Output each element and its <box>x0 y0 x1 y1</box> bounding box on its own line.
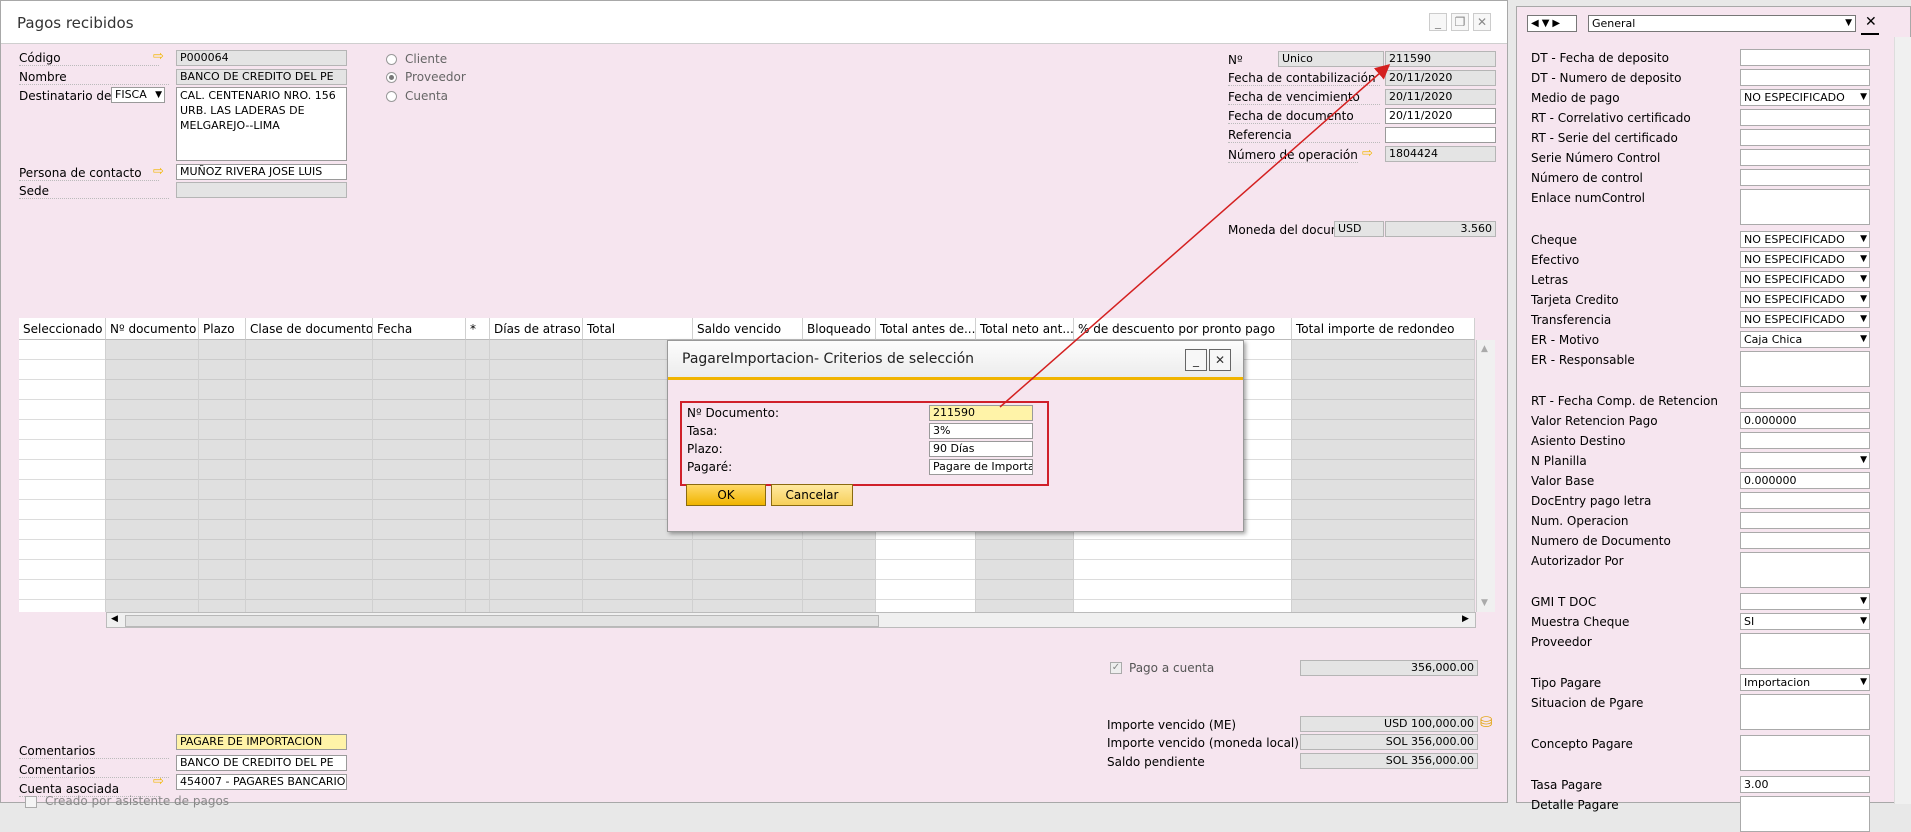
udf-field[interactable] <box>1740 694 1870 730</box>
udf-field[interactable]: NO ESPECIFICADO <box>1740 311 1870 328</box>
udf-field[interactable]: 3.00 <box>1740 776 1870 793</box>
udf-field[interactable]: Caja Chica <box>1740 331 1870 348</box>
udf-label: Num. Operacion <box>1531 514 1629 528</box>
udf-label: Serie Número Control <box>1531 151 1661 165</box>
udf-field[interactable] <box>1740 796 1870 832</box>
user-defined-fields-panel: ◀▼▶ General ▼ ✕ DT - Fecha de deposito DT … <box>1516 6 1911 832</box>
udf-field[interactable]: NO ESPECIFICADO <box>1740 271 1870 288</box>
udf-field[interactable] <box>1740 552 1870 588</box>
udf-field[interactable]: NO ESPECIFICADO <box>1740 89 1870 106</box>
udf-label: Transferencia <box>1531 313 1612 327</box>
udf-field[interactable] <box>1740 69 1870 86</box>
category-select[interactable]: General ▼ <box>1588 15 1856 32</box>
udf-label: Letras <box>1531 273 1569 287</box>
udf-field[interactable]: NO ESPECIFICADO <box>1740 231 1870 248</box>
udf-label: Proveedor <box>1531 635 1592 649</box>
udf-label: RT - Correlativo certificado <box>1531 111 1691 125</box>
udf-label: DT - Numero de deposito <box>1531 71 1682 85</box>
udf-label: Cheque <box>1531 233 1577 247</box>
udf-field[interactable] <box>1740 169 1870 186</box>
udf-label: Numero de Documento <box>1531 534 1671 548</box>
udf-field[interactable]: NO ESPECIFICADO <box>1740 251 1870 268</box>
udf-field[interactable] <box>1740 129 1870 146</box>
udf-label: Tasa Pagare <box>1531 778 1603 792</box>
udf-field[interactable] <box>1740 593 1870 610</box>
udf-label: Autorizador Por <box>1531 554 1624 568</box>
udf-label: ER - Responsable <box>1531 353 1635 367</box>
udf-label: Concepto Pagare <box>1531 737 1633 751</box>
udf-label: Número de control <box>1531 171 1643 185</box>
udf-label: DocEntry pago letra <box>1531 494 1652 508</box>
udf-label: N Planilla <box>1531 454 1587 468</box>
udf-field[interactable] <box>1740 735 1870 771</box>
udf-label: ER - Motivo <box>1531 333 1600 347</box>
udf-label: Efectivo <box>1531 253 1580 267</box>
udf-field[interactable] <box>1740 351 1870 387</box>
udf-label: Valor Base <box>1531 474 1595 488</box>
udf-label: Asiento Destino <box>1531 434 1626 448</box>
udf-field[interactable] <box>1740 492 1870 509</box>
udf-label: Enlace numControl <box>1531 191 1645 205</box>
udf-label: GMI T DOC <box>1531 595 1597 609</box>
udf-field[interactable] <box>1740 109 1870 126</box>
chevron-down-icon: ▼ <box>1845 18 1852 28</box>
panel-separator <box>1861 33 1879 35</box>
udf-field[interactable] <box>1740 392 1870 409</box>
udf-field[interactable] <box>1740 49 1870 66</box>
close-icon[interactable]: ✕ <box>1865 14 1877 30</box>
udf-field[interactable]: NO ESPECIFICADO <box>1740 291 1870 308</box>
udf-field[interactable]: 0.000000 <box>1740 412 1870 429</box>
udf-label: Tarjeta Credito <box>1531 293 1619 307</box>
udf-label: Detalle Pagare <box>1531 798 1619 812</box>
udf-label: Tipo Pagare <box>1531 676 1602 690</box>
udf-field[interactable] <box>1740 512 1870 529</box>
panel-scrollbar[interactable] <box>1894 37 1911 804</box>
udf-field[interactable] <box>1740 189 1870 225</box>
udf-field[interactable]: Importacion <box>1740 674 1870 691</box>
udf-label: Muestra Cheque <box>1531 615 1630 629</box>
udf-label: Situacion de Pgare <box>1531 696 1644 710</box>
udf-field[interactable] <box>1740 633 1870 669</box>
udf-label: Medio de pago <box>1531 91 1620 105</box>
udf-label: RT - Fecha Comp. de Retencion <box>1531 394 1718 408</box>
udf-label: RT - Serie del certificado <box>1531 131 1678 145</box>
udf-label: Valor Retencion Pago <box>1531 414 1658 428</box>
udf-field[interactable] <box>1740 149 1870 166</box>
udf-field[interactable]: SI <box>1740 613 1870 630</box>
panel-nav-controls[interactable]: ◀▼▶ <box>1527 15 1577 32</box>
udf-field[interactable] <box>1740 452 1870 469</box>
category-value: General <box>1592 17 1636 30</box>
udf-field[interactable] <box>1740 432 1870 449</box>
udf-field[interactable] <box>1740 532 1870 549</box>
udf-label: DT - Fecha de deposito <box>1531 51 1669 65</box>
udf-field[interactable]: 0.000000 <box>1740 472 1870 489</box>
